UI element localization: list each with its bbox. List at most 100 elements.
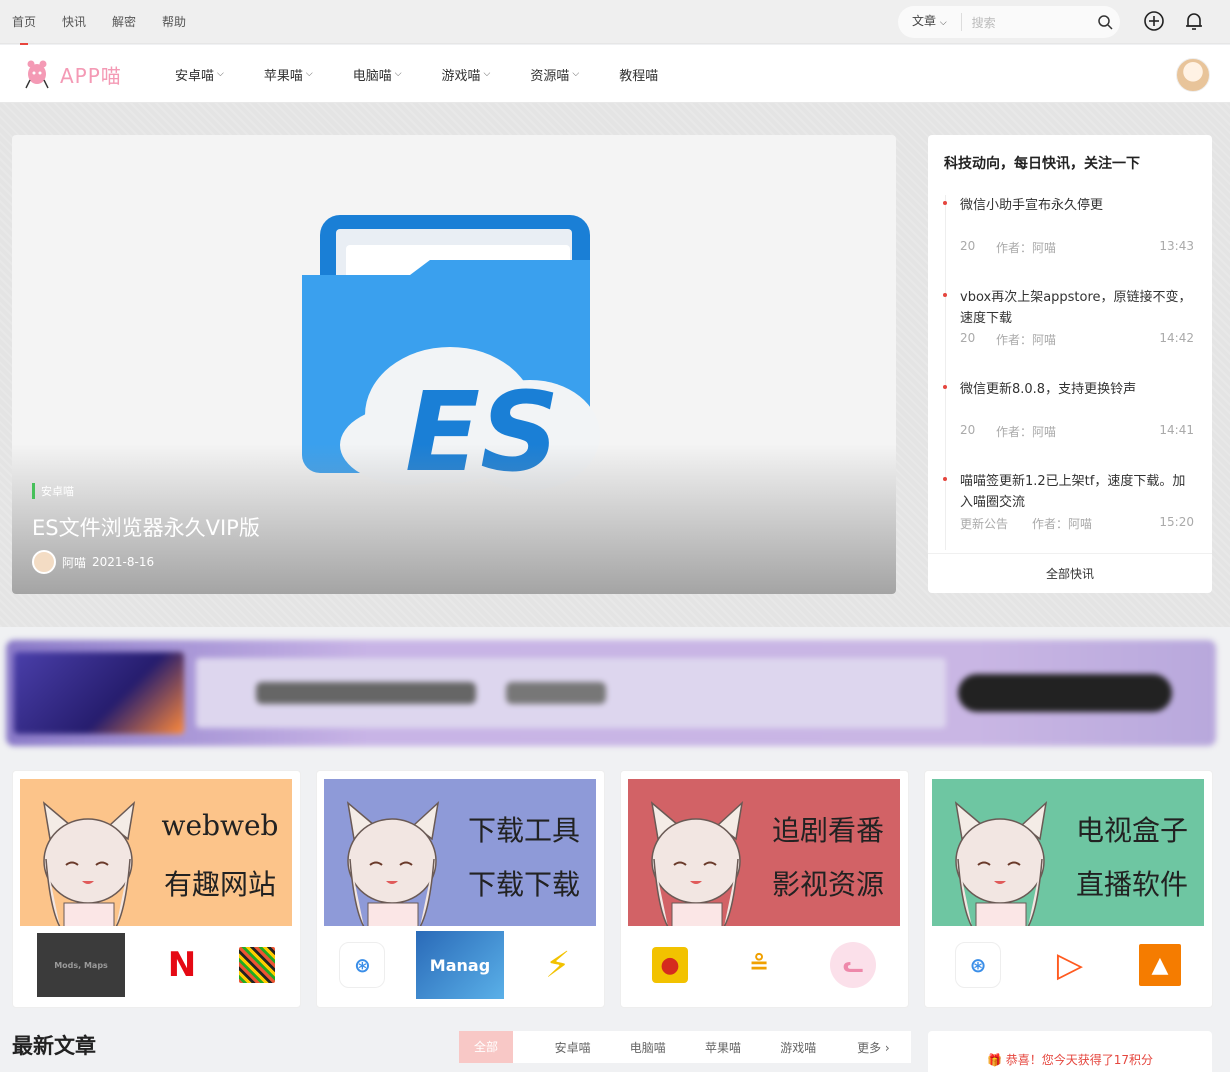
news-meta: 更新公告 作者：阿喵 15:20 (960, 515, 1194, 532)
news-title[interactable]: 微信小助手宣布永久停更 (960, 195, 1194, 239)
timeline-dot (943, 293, 947, 297)
latest-tabs: 全部 安卓喵 电脑喵 苹果喵 游戏喵 更多 › (459, 1031, 911, 1063)
map-app-icon[interactable]: Mods, Maps (37, 933, 125, 997)
search-input[interactable]: 搜索 (962, 14, 1090, 31)
chevron-down-icon: ⌵ (394, 69, 402, 79)
featured-post[interactable]: ES 安卓喵 ES文件浏览器永久VIP版 阿喵 2021-8-16 (12, 135, 896, 594)
author-avatar[interactable] (32, 550, 56, 574)
topbar-link-decrypt[interactable]: 解密 (112, 13, 136, 30)
chevron-right-icon: › (884, 1040, 890, 1055)
cat-girl-illustration (954, 800, 1048, 926)
nav-item-games[interactable]: 游戏喵 ⌵ (442, 65, 491, 84)
vlc-icon[interactable]: ▲ (1139, 944, 1181, 986)
nav-item-tutorials[interactable]: 教程喵 (619, 65, 658, 84)
category-card[interactable]: 追剧看番 影视资源 ● ≗ ᓚ (620, 770, 909, 1008)
hero-author[interactable]: 阿喵 (62, 554, 86, 571)
category-card[interactable]: webweb 有趣网站 Mods, Maps N (12, 770, 301, 1008)
add-icon[interactable] (1143, 10, 1167, 34)
tab-all[interactable]: 全部 (459, 1031, 513, 1063)
news-meta: 20 作者：阿喵 13:43 (960, 239, 1194, 256)
card-banner[interactable]: 追剧看番 影视资源 (628, 779, 900, 926)
topbar-link-home[interactable]: 首页 (12, 13, 36, 45)
search-icon[interactable] (1090, 14, 1120, 30)
category-cards: webweb 有趣网站 Mods, Maps N 下载工具 下载下载 ⊛ Man… (12, 770, 1217, 1008)
card-banner[interactable]: 下载工具 下载下载 (324, 779, 596, 926)
ad-banner[interactable] (6, 640, 1216, 746)
news-heading: 科技动向，每日快讯，关注一下 (944, 156, 1140, 172)
cloud-download-icon[interactable]: ⊛ (955, 942, 1001, 988)
news-category: 20 (960, 423, 976, 437)
category-card[interactable]: 电视盒子 直播软件 ⊛ ▷ ▲ (924, 770, 1213, 1008)
card-banner[interactable]: 电视盒子 直播软件 (932, 779, 1204, 926)
timeline-dot (943, 477, 947, 481)
news-title[interactable]: 喵喵签更新1.2已上架tf，速度下载。加入喵圈交流 (960, 471, 1194, 515)
news-meta: 20 作者：阿喵 14:41 (960, 423, 1194, 440)
card-line-1: webweb (161, 809, 279, 842)
search-type-select[interactable]: 文章 ⌵ (898, 13, 962, 31)
nav-item-resources[interactable]: 资源喵 ⌵ (530, 65, 579, 84)
tab-pc[interactable]: 电脑喵 (610, 1039, 685, 1056)
cloud-download-icon[interactable]: ⊛ (339, 942, 386, 988)
main-nav: 安卓喵 ⌵ 苹果喵 ⌵ 电脑喵 ⌵ 游戏喵 ⌵ 资源喵 ⌵ 教程喵 (175, 45, 698, 103)
hero-category[interactable]: 安卓喵 (32, 483, 74, 499)
card-banner[interactable]: webweb 有趣网站 (20, 779, 292, 926)
all-news-link[interactable]: 全部快讯 (928, 553, 1212, 593)
hero-date: 2021-8-16 (92, 555, 155, 569)
pixel-app-icon[interactable] (239, 947, 275, 983)
cat-mascot-icon[interactable]: ᓚ (830, 942, 876, 988)
news-item[interactable]: 微信更新8.0.8，支持更换铃声 20 作者：阿喵 14:41 (943, 379, 1194, 440)
timeline-dot (943, 385, 947, 389)
lightning-icon[interactable]: ⚡ (535, 942, 581, 988)
chevron-down-icon: ⌵ (305, 69, 313, 79)
hero-title[interactable]: ES文件浏览器永久VIP版 (32, 512, 260, 542)
nav-item-apple[interactable]: 苹果喵 ⌵ (264, 65, 313, 84)
search-type-label: 文章 (912, 14, 937, 28)
tab-more-label: 更多 (857, 1040, 882, 1055)
news-category: 更新公告 (960, 517, 1009, 531)
cat-girl-illustration (42, 800, 136, 926)
news-author: 作者：阿喵 (996, 425, 1057, 439)
news-item[interactable]: 微信小助手宣布永久停更 20 作者：阿喵 13:43 (943, 195, 1194, 256)
news-item[interactable]: 喵喵签更新1.2已上架tf，速度下载。加入喵圈交流 更新公告 作者：阿喵 15:20 (943, 471, 1194, 532)
timeline-dot (943, 201, 947, 205)
news-time: 14:42 (1159, 331, 1194, 345)
news-title[interactable]: vbox再次上架appstore，原链接不变，速度下载 (960, 287, 1194, 331)
news-author: 作者：阿喵 (1032, 517, 1093, 531)
video-player-icon[interactable]: ▷ (1047, 942, 1093, 988)
logo-text: APP喵 (60, 63, 122, 88)
netflix-icon[interactable]: N (159, 942, 205, 988)
tomato-app-icon[interactable]: ● (652, 947, 688, 983)
nav-item-pc[interactable]: 电脑喵 ⌵ (353, 65, 402, 84)
search-box[interactable]: 文章 ⌵ 搜索 (898, 6, 1120, 38)
site-logo[interactable]: APP喵 (22, 58, 122, 90)
chevron-down-icon: ⌵ (572, 69, 580, 79)
user-avatar[interactable] (1176, 58, 1210, 92)
noodle-app-icon[interactable]: ≗ (736, 942, 782, 988)
news-title[interactable]: 微信更新8.0.8，支持更换铃声 (960, 379, 1194, 423)
tab-android[interactable]: 安卓喵 (535, 1039, 610, 1056)
nav-label: 安卓喵 (175, 68, 215, 84)
banner-text-area (196, 658, 946, 728)
news-author: 作者：阿喵 (996, 333, 1057, 347)
nav-label: 教程喵 (619, 68, 659, 84)
latest-heading: 最新文章 (12, 1034, 96, 1058)
chevron-down-icon: ⌵ (217, 69, 224, 79)
bell-icon[interactable] (1183, 10, 1207, 34)
category-card[interactable]: 下载工具 下载下载 ⊛ Manag ⚡ (316, 770, 605, 1008)
internet-download-manager-icon[interactable]: Manag (415, 931, 504, 999)
news-item[interactable]: vbox再次上架appstore，原链接不变，速度下载 20 作者：阿喵 14:42 (943, 287, 1194, 348)
news-time: 13:43 (1159, 239, 1194, 253)
tab-apple[interactable]: 苹果喵 (685, 1039, 760, 1056)
nav-label: 资源喵 (530, 68, 570, 84)
card-line-2: 影视资源 (771, 868, 884, 901)
card-line-2: 直播软件 (1075, 868, 1188, 901)
news-time: 14:41 (1159, 423, 1194, 437)
topbar-link-news[interactable]: 快讯 (62, 13, 86, 30)
news-author: 作者：阿喵 (996, 241, 1057, 255)
tab-games[interactable]: 游戏喵 (761, 1039, 836, 1056)
card-line-2: 有趣网站 (163, 868, 276, 901)
topbar-link-help[interactable]: 帮助 (162, 13, 186, 30)
nav-item-android[interactable]: 安卓喵 ⌵ (175, 65, 224, 84)
banner-button[interactable] (958, 674, 1172, 712)
tab-more[interactable]: 更多 › (836, 1039, 911, 1056)
